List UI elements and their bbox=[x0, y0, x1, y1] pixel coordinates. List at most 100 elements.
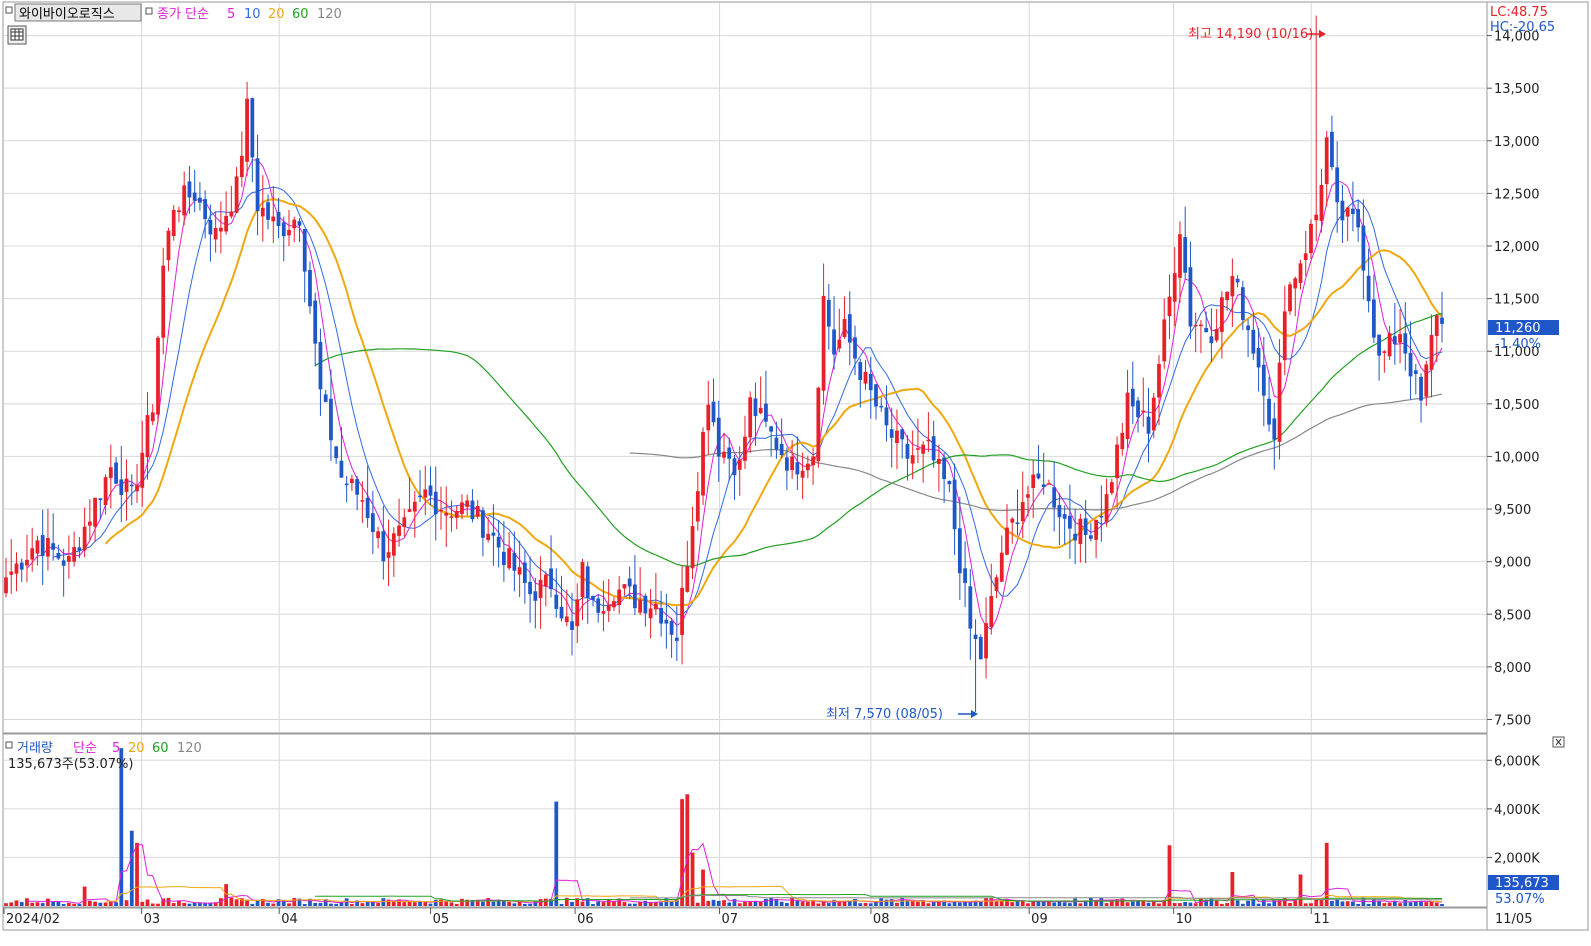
candle-body bbox=[161, 265, 166, 338]
candle-body bbox=[1277, 362, 1282, 442]
volume-bar bbox=[1351, 901, 1355, 906]
candle-body bbox=[1246, 325, 1250, 331]
date-tick-label: 07 bbox=[722, 912, 739, 927]
volume-bar bbox=[1010, 902, 1015, 906]
volume-bar bbox=[1214, 900, 1219, 906]
candle-body bbox=[889, 429, 894, 438]
volume-bar bbox=[570, 901, 574, 906]
ma-period-5: 5 bbox=[227, 7, 235, 22]
volume-bar bbox=[1345, 901, 1350, 906]
volume-bar bbox=[821, 901, 826, 906]
vol-ma-period-20: 20 bbox=[128, 741, 145, 756]
volume-bar bbox=[402, 902, 407, 906]
candle-body bbox=[1146, 416, 1151, 434]
volume-bar bbox=[601, 902, 606, 906]
volume-bar bbox=[150, 903, 155, 906]
candle-body bbox=[533, 591, 538, 601]
current-volume-pct: 53.07% bbox=[1495, 892, 1545, 907]
candle-body bbox=[1429, 335, 1434, 370]
candle-body bbox=[334, 446, 339, 459]
candle-body bbox=[1136, 400, 1140, 418]
candle-body bbox=[1005, 527, 1009, 555]
price-tick-label: 7,500 bbox=[1494, 713, 1531, 728]
candle-body bbox=[863, 371, 868, 384]
candle-body bbox=[1057, 505, 1062, 518]
candle-body bbox=[1109, 482, 1114, 493]
candle-body bbox=[1104, 494, 1109, 522]
candle-body bbox=[365, 497, 370, 519]
candle-body bbox=[585, 566, 590, 598]
candle-body bbox=[774, 437, 779, 450]
candle-body bbox=[444, 512, 449, 516]
candle-body bbox=[182, 185, 187, 216]
candle-body bbox=[795, 462, 800, 475]
volume-bar bbox=[1256, 903, 1261, 906]
volume-bar bbox=[1298, 874, 1303, 906]
candle-body bbox=[77, 547, 82, 551]
volume-bar bbox=[1026, 903, 1030, 906]
volume-bar bbox=[72, 903, 77, 906]
volume-bar bbox=[507, 901, 512, 906]
volume-bar bbox=[501, 901, 506, 906]
candle-body bbox=[1330, 131, 1334, 167]
volume-bar bbox=[35, 902, 40, 906]
volume-bar bbox=[1408, 902, 1413, 906]
volume-bar bbox=[156, 903, 160, 906]
candle-body bbox=[1230, 276, 1235, 297]
candle-body bbox=[119, 479, 124, 496]
volume-bar bbox=[910, 901, 915, 906]
volume-bar bbox=[994, 900, 999, 906]
date-tick-label: 11/05 bbox=[1495, 912, 1532, 927]
candle-body bbox=[1178, 234, 1182, 278]
volume-bar bbox=[753, 901, 758, 906]
grid-table-icon[interactable] bbox=[7, 25, 27, 45]
volume-bar bbox=[800, 901, 805, 906]
candle-body bbox=[266, 202, 270, 220]
volume-bar bbox=[255, 901, 260, 906]
volume-bar bbox=[659, 902, 663, 906]
volume-bar bbox=[19, 902, 24, 906]
volume-bar bbox=[423, 902, 428, 906]
volume-bar bbox=[360, 903, 365, 906]
candle-body bbox=[135, 485, 139, 492]
candle-body bbox=[82, 526, 87, 551]
volume-bar bbox=[82, 886, 87, 906]
volume-bar bbox=[1136, 900, 1140, 906]
candle-body bbox=[680, 587, 684, 635]
candle-body bbox=[213, 228, 218, 240]
candle-body bbox=[580, 562, 585, 598]
volume-bar bbox=[779, 901, 784, 906]
candle-body bbox=[874, 384, 878, 407]
candle-body bbox=[842, 319, 847, 337]
candle-body bbox=[318, 341, 323, 390]
volume-bar bbox=[229, 897, 234, 906]
close-x-icon[interactable] bbox=[1552, 736, 1565, 748]
volume-bar bbox=[1052, 902, 1057, 906]
candle-body bbox=[847, 314, 852, 343]
candle-body bbox=[360, 500, 365, 502]
candle-body bbox=[329, 398, 333, 441]
volume-bar bbox=[9, 902, 14, 906]
volume-bar bbox=[1183, 901, 1188, 906]
candle-body bbox=[716, 417, 721, 457]
price-tick-label: 12,500 bbox=[1494, 187, 1540, 202]
volume-bar bbox=[1267, 903, 1271, 906]
candle-body bbox=[30, 548, 35, 560]
candle-body bbox=[67, 556, 71, 562]
vol-ma-period-120: 120 bbox=[177, 741, 202, 756]
candle-body bbox=[1078, 518, 1083, 545]
volume-bar bbox=[1225, 903, 1230, 906]
volume-bar bbox=[528, 903, 532, 906]
candle-body bbox=[790, 456, 795, 471]
candle-body bbox=[669, 621, 674, 635]
candle-body bbox=[1219, 297, 1224, 332]
volume-bar bbox=[680, 799, 684, 906]
legend-square-icon bbox=[145, 7, 153, 15]
candle-body bbox=[1183, 237, 1188, 273]
candle-body bbox=[198, 197, 202, 203]
candle-body bbox=[1382, 351, 1387, 353]
price-tick-label: 11,500 bbox=[1494, 293, 1540, 308]
candle-body bbox=[743, 436, 747, 461]
candle-body bbox=[674, 637, 679, 641]
volume-bar bbox=[743, 901, 747, 906]
